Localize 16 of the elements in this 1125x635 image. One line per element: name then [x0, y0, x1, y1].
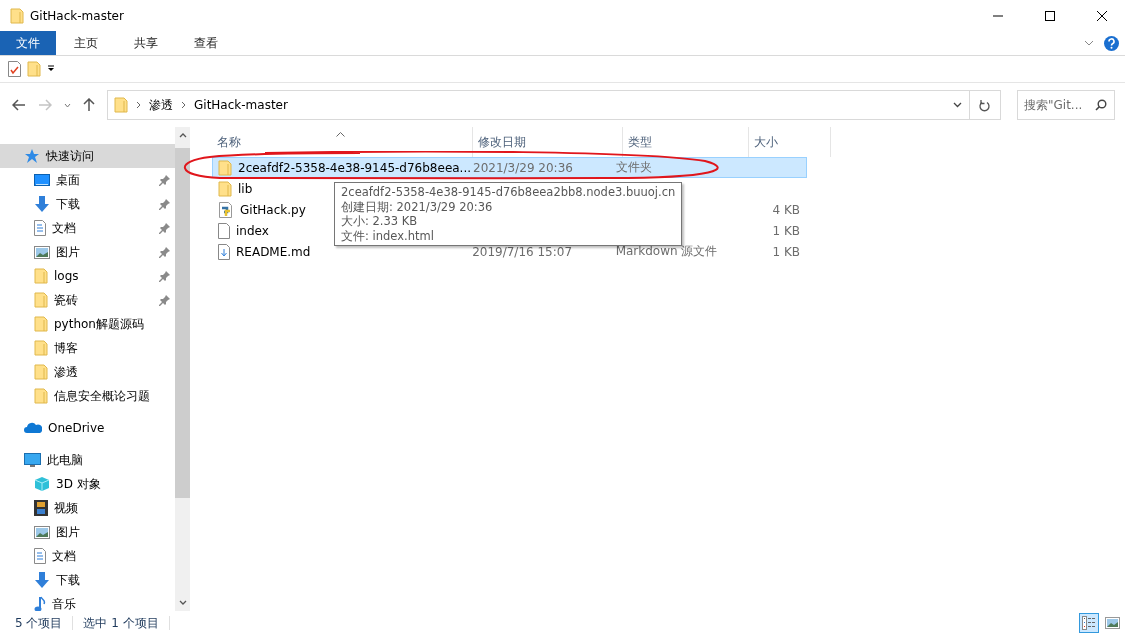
- table-cell: 1 KB: [772, 223, 800, 238]
- table-cell: 2021/3/29 20:36: [473, 160, 573, 175]
- table-cell: lib: [238, 181, 253, 196]
- table-cell: index: [236, 223, 269, 238]
- table-cell: 2019/7/16 15:07: [472, 244, 573, 259]
- tooltip: 2ceafdf2-5358-4e38-9145-d76b8eea2bb8.node3.buuoj.cn 创建日期: 2021/3/29 20:36 大小: 2.33 KB 文件: index.html: [334, 182, 683, 246]
- table-cell: GitHack.py: [240, 202, 306, 217]
- table-cell: 文件夹: [616, 159, 653, 176]
- table-cell: README.md: [236, 244, 311, 259]
- table-cell: 2ceafdf2-5358-4e38-9145-d76b8eea...: [238, 160, 472, 175]
- item-count: 5 个项目: [15, 614, 63, 632]
- window-title: GitHack-master: [30, 8, 124, 23]
- table-cell: 1 KB: [772, 244, 800, 259]
- selection-count: 选中 1 个项目: [83, 614, 159, 632]
- table-cell: Markdown 源文件: [615, 243, 718, 260]
- table-cell: 4 KB: [772, 202, 800, 217]
